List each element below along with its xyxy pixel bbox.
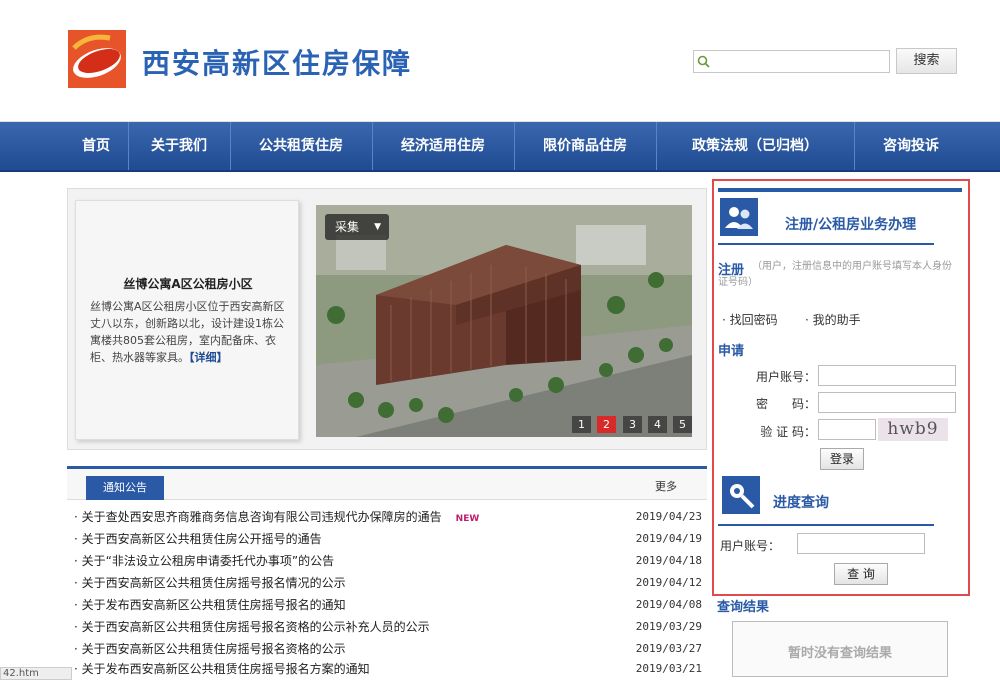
notice-item[interactable]: · 关于“非法设立公租房申请委托代办事项”的公告 2019/04/18 — [74, 551, 702, 571]
username-input[interactable] — [818, 365, 956, 386]
notice-item[interactable]: · 关于西安高新区公共租赁住房摇号报名资格的公示 2019/03/27 — [74, 639, 702, 659]
nav-item-price-limited[interactable]: 限价商品住房 — [516, 122, 654, 170]
status-bar-url: 42.htm — [0, 667, 72, 680]
nav-divider — [514, 122, 515, 170]
nav-item-public-rental[interactable]: 公共租赁住房 — [232, 122, 370, 170]
password-label: 密 码： — [755, 397, 816, 411]
register-hint: （用户，注册信息中的用户账号填写本人身份证号码） — [718, 261, 952, 288]
notice-date: 2019/04/19 — [635, 532, 702, 545]
apply-label[interactable]: 申请 — [718, 340, 744, 359]
helper-link[interactable]: · 我的助手 — [805, 311, 861, 328]
divider — [718, 243, 934, 245]
tab-notices[interactable]: 通知公告 — [86, 476, 164, 500]
caption-title: 丝博公寓A区公租房小区 — [123, 277, 253, 291]
slider-caption: 丝博公寓A区公租房小区 丝博公寓A区公租房小区位于西安高新区丈八以东，创新路以北… — [75, 200, 299, 440]
notice-date: 2019/03/29 — [635, 620, 702, 633]
slider-page-4[interactable]: 4 — [648, 416, 667, 433]
notice-item[interactable]: · 关于发布西安高新区公共租赁住房摇号报名方案的通知 2019/03/21 — [74, 659, 702, 679]
site-title: 西安高新区住房保障 — [142, 47, 413, 80]
slider-page-1[interactable]: 1 — [572, 416, 591, 433]
users-icon — [720, 198, 758, 236]
notice-date: 2019/04/12 — [635, 576, 702, 589]
nav-item-economic-housing[interactable]: 经济适用住房 — [374, 122, 512, 170]
nav-item-about[interactable]: 关于我们 — [130, 122, 228, 170]
nav-divider — [854, 122, 855, 170]
slider-page-2[interactable]: 2 — [597, 416, 616, 433]
caption-more-link[interactable]: 【详细】 — [189, 351, 228, 364]
register-title: 注册/公租房业务办理 — [785, 217, 917, 233]
site-logo[interactable] — [68, 30, 126, 88]
caption-body: 丝博公寓A区公租房小区位于西安高新区丈八以东，创新路以北，设计建设1栋公寓楼共8… — [90, 300, 285, 364]
username-label: 用户账号： — [755, 370, 816, 384]
captcha-label: 验 证 码： — [760, 425, 816, 439]
captcha-image[interactable]: hwb9 — [878, 418, 948, 441]
progress-title: 进度查询 — [773, 495, 829, 511]
key-icon — [722, 476, 760, 514]
slider-page-3[interactable]: 3 — [623, 416, 642, 433]
nav-item-consult[interactable]: 咨询投诉 — [856, 122, 966, 170]
notice-date: 2019/03/21 — [635, 662, 702, 675]
account-label: 用户账号： — [720, 539, 781, 553]
account-input[interactable] — [797, 533, 925, 554]
password-input[interactable] — [818, 392, 956, 413]
nav-divider — [128, 122, 129, 170]
nav-divider — [230, 122, 231, 170]
notice-date: 2019/03/27 — [635, 642, 702, 655]
result-title: 查询结果 — [717, 600, 770, 615]
notice-item[interactable]: · 关于西安高新区公共租赁住房摇号报名情况的公示 2019/04/12 — [74, 573, 702, 593]
nav-divider — [372, 122, 373, 170]
captcha-input[interactable] — [818, 419, 876, 440]
notice-item[interactable]: · 关于西安高新区公共租赁住房公开摇号的通告 2019/04/19 — [74, 529, 702, 549]
photo-tag-label: 采集 — [335, 220, 360, 234]
main-nav: 首页 关于我们 公共租赁住房 经济适用住房 限价商品住房 政策法规（已归档） 咨… — [0, 122, 1000, 172]
query-button[interactable]: 查 询 — [834, 563, 888, 585]
notice-item[interactable]: · 关于西安高新区公共租赁住房摇号报名资格的公示补充人员的公示 2019/03/… — [74, 617, 702, 637]
notice-more-link[interactable]: 更多 — [655, 478, 677, 494]
notice-item[interactable]: · 关于发布西安高新区公共租赁住房摇号报名的通知 2019/04/08 — [74, 595, 702, 615]
search-icon — [697, 55, 710, 68]
slider-page-5[interactable]: 5 — [673, 416, 692, 433]
search-input[interactable] — [693, 50, 890, 73]
notice-date: 2019/04/08 — [635, 598, 702, 611]
divider — [718, 524, 934, 526]
notice-item[interactable]: · 关于查处西安思齐商雅商务信息咨询有限公司违规代办保障房的通告 NEW 2019… — [74, 507, 702, 527]
photo-category-dropdown[interactable]: 采集 ▼ — [325, 214, 389, 240]
result-text: 暂时没有查询结果 — [787, 646, 892, 661]
nav-divider — [656, 122, 657, 170]
nav-item-home[interactable]: 首页 — [66, 122, 126, 170]
notice-date: 2019/04/18 — [635, 554, 702, 567]
caption-text: 丝博公寓A区公租房小区位于西安高新区丈八以东，创新路以北，设计建设1栋公寓楼共8… — [90, 298, 290, 366]
login-button[interactable]: 登录 — [820, 448, 864, 470]
new-badge: NEW — [455, 514, 480, 524]
search-button[interactable]: 搜索 — [896, 48, 957, 74]
find-password-link[interactable]: · 找回密码 — [722, 311, 778, 328]
nav-item-policy[interactable]: 政策法规（已归档） — [658, 122, 852, 170]
chevron-down-icon: ▼ — [374, 222, 381, 232]
notice-date: 2019/04/23 — [635, 510, 702, 523]
